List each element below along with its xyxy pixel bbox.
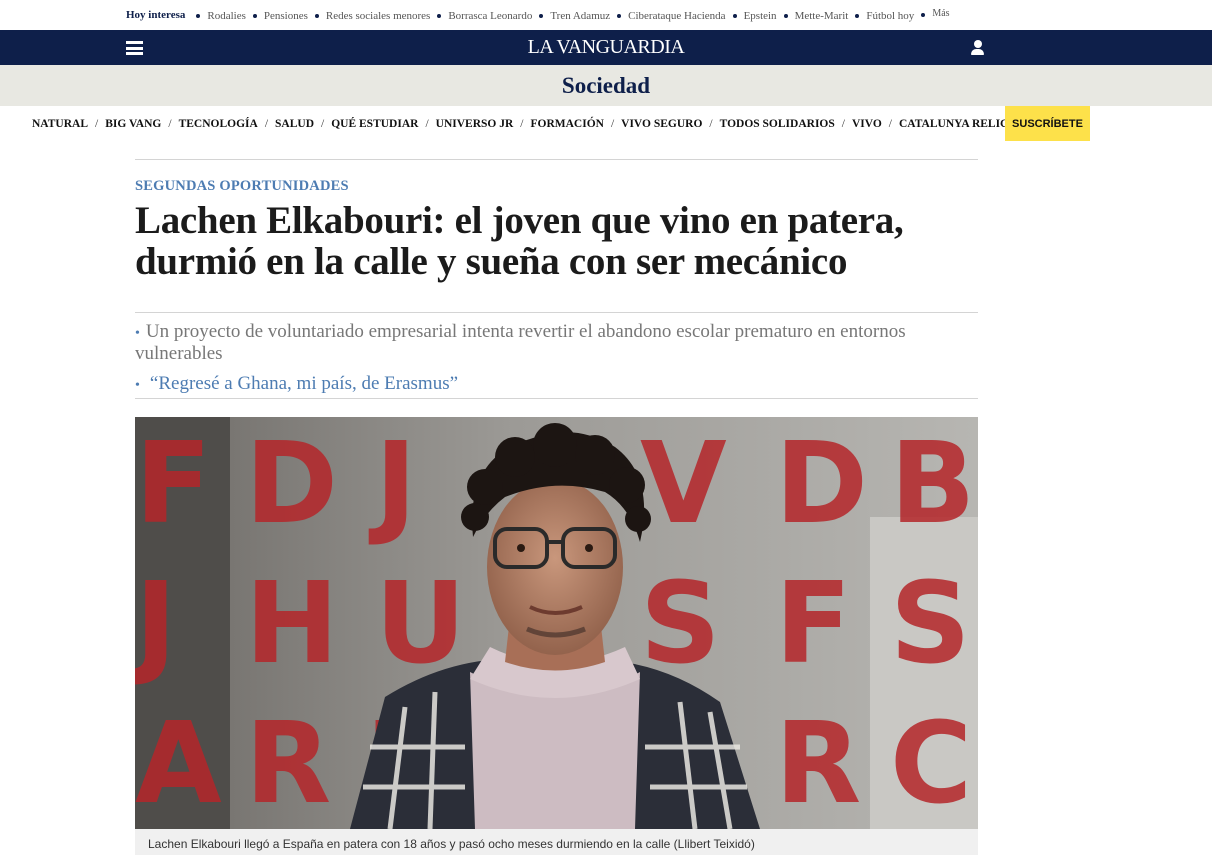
trending-item[interactable]: Tren Adamuz bbox=[550, 10, 610, 22]
trending-item[interactable]: Redes sociales menores bbox=[326, 10, 430, 22]
wall-letter: D bbox=[775, 419, 868, 549]
article-kicker[interactable]: SEGUNDAS OPORTUNIDADES bbox=[135, 178, 349, 195]
bullet-icon bbox=[196, 13, 201, 18]
trending-item[interactable]: Pensiones bbox=[264, 10, 308, 22]
subnav-item[interactable]: NATURAL bbox=[32, 118, 88, 130]
wall-letter: A bbox=[135, 699, 222, 829]
subnav-item[interactable]: TODOS SOLIDARIOS bbox=[720, 118, 835, 130]
wall-letter: D bbox=[245, 419, 338, 549]
trending-item[interactable]: Epstein bbox=[744, 10, 777, 22]
subnav-item[interactable]: FORMACIÓN bbox=[530, 118, 603, 130]
bullet-icon bbox=[921, 13, 926, 17]
bullet-icon bbox=[617, 13, 622, 18]
wall-letter: S bbox=[890, 559, 971, 689]
subscribe-button[interactable]: SUSCRÍBETE bbox=[1005, 106, 1090, 141]
subnav-separator: / bbox=[264, 118, 269, 130]
wall-letter: V bbox=[640, 419, 727, 549]
article-summary: • Un proyecto de voluntariado empresarial… bbox=[135, 322, 978, 395]
wall-letter: F bbox=[135, 419, 212, 549]
article-headline: Lachen Elkabouri: el joven que vino en p… bbox=[135, 199, 904, 283]
trending-item[interactable]: Rodalies bbox=[207, 10, 246, 22]
user-icon[interactable] bbox=[971, 40, 985, 56]
subnav-separator: / bbox=[168, 118, 172, 130]
subnav-separator: / bbox=[520, 118, 524, 130]
bullet-icon bbox=[314, 13, 319, 18]
wall-letter: R bbox=[775, 699, 861, 829]
article-photo-image: FDJVDBJHUSFSARTRC bbox=[135, 417, 978, 829]
subnav-list: NATURAL / BIG VANG / TECNOLOGÍA / SALUD / QUÉ ES… bbox=[32, 106, 1022, 142]
bullet-icon bbox=[539, 13, 544, 18]
trending-bar: Hoy interesa Rodalies Pensiones Redes soci… bbox=[0, 0, 1212, 30]
trending-more-link[interactable]: Más bbox=[932, 8, 949, 19]
subnav-separator: / bbox=[425, 118, 429, 130]
trending-item[interactable]: Fútbol hoy bbox=[866, 10, 914, 22]
wall-letter: B bbox=[890, 419, 975, 549]
related-article-text[interactable]: “Regresé a Ghana, mi país, de Erasmus” bbox=[150, 373, 458, 394]
bullet-icon bbox=[855, 13, 860, 18]
subnav-item[interactable]: VIVO SEGURO bbox=[621, 118, 702, 130]
subnav-separator: / bbox=[888, 118, 892, 130]
trending-lead: Hoy interesa bbox=[126, 9, 186, 21]
bullet-icon bbox=[437, 13, 442, 18]
wall-letter: F bbox=[775, 559, 852, 689]
trending-list: Rodalies Pensiones Redes sociales menores B… bbox=[189, 9, 914, 22]
section-band: Sociedad bbox=[0, 65, 1212, 106]
bullet-icon bbox=[732, 13, 737, 18]
subnav-item[interactable]: CATALUNYA RELIGIÓ bbox=[899, 118, 1022, 130]
related-article-link[interactable]: • “Regresé a Ghana, mi país, de Erasmus” bbox=[135, 373, 978, 395]
section-subnav: NATURAL / BIG VANG / TECNOLOGÍA / SALUD / QUÉ ES… bbox=[0, 106, 1212, 142]
trending-item[interactable]: Borrasca Leonardo bbox=[448, 10, 532, 22]
subnav-separator: / bbox=[709, 118, 713, 130]
wall-letter: C bbox=[890, 699, 972, 829]
divider bbox=[135, 398, 978, 399]
bullet-icon bbox=[783, 13, 788, 18]
site-logo[interactable]: LA VANGUARDIA bbox=[0, 36, 1212, 59]
bullet-icon bbox=[252, 13, 257, 18]
subnav-item[interactable]: VIVO bbox=[852, 118, 882, 130]
wall-letter: J bbox=[135, 559, 177, 689]
wall-letter: R bbox=[245, 699, 331, 829]
section-title[interactable]: Sociedad bbox=[562, 73, 650, 98]
trending-item[interactable]: Ciberataque Hacienda bbox=[628, 10, 725, 22]
subnav-item[interactable]: TECNOLOGÍA bbox=[179, 118, 258, 130]
subnav-item[interactable]: UNIVERSO JR bbox=[436, 118, 514, 130]
divider bbox=[135, 159, 978, 160]
article-photo: FDJVDBJHUSFSARTRC bbox=[135, 417, 978, 829]
subnav-separator: / bbox=[610, 118, 615, 130]
bullet-icon: • bbox=[135, 326, 140, 341]
divider bbox=[135, 312, 978, 313]
subnav-separator: / bbox=[321, 118, 325, 130]
wall-letter: J bbox=[368, 419, 417, 549]
summary-item: • Un proyecto de voluntariado empresarial… bbox=[135, 322, 978, 364]
photo-caption: Lachen Elkabouri llegó a España en pater… bbox=[135, 829, 978, 855]
subnav-item[interactable]: BIG VANG bbox=[105, 118, 161, 130]
trending-item[interactable]: Mette-Marit bbox=[795, 10, 849, 22]
masthead: LA VANGUARDIA bbox=[0, 30, 1212, 65]
summary-text: Un proyecto de voluntariado empresarial … bbox=[135, 321, 906, 364]
subnav-separator: / bbox=[841, 118, 845, 130]
subnav-item[interactable]: SALUD bbox=[275, 118, 314, 130]
subnav-item[interactable]: QUÉ ESTUDIAR bbox=[331, 118, 418, 130]
subnav-separator: / bbox=[95, 118, 99, 130]
wall-letter: H bbox=[245, 559, 339, 689]
bullet-icon: • bbox=[135, 378, 140, 393]
